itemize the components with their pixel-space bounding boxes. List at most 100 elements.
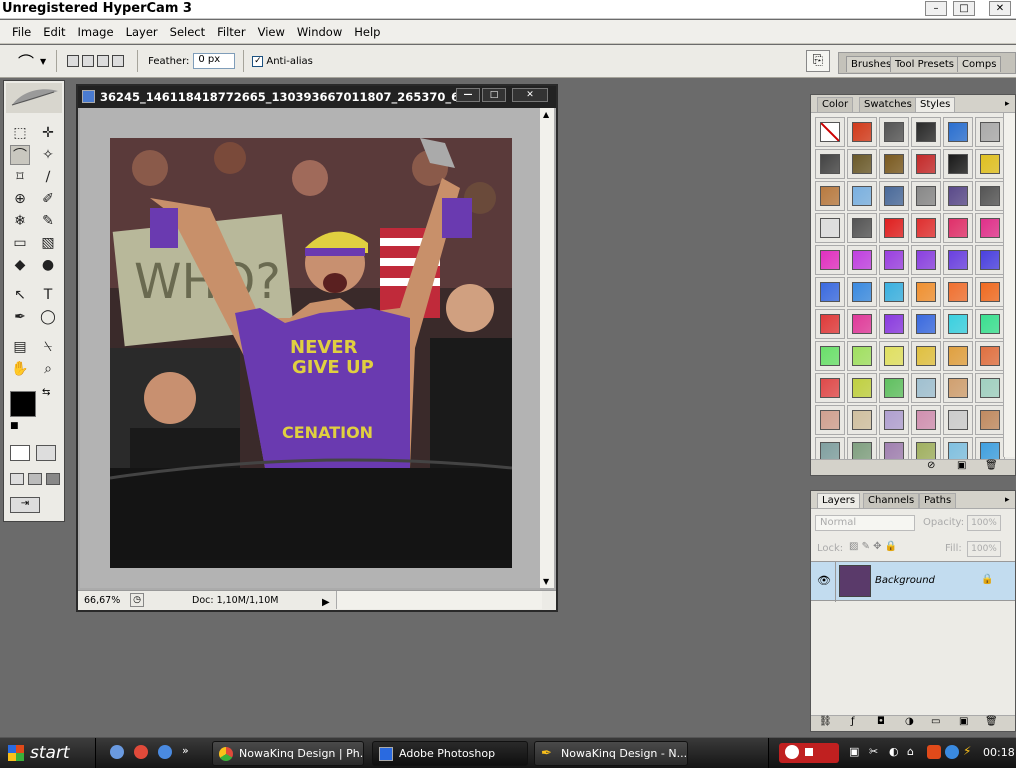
- tray-icon-5[interactable]: [945, 745, 959, 759]
- start-button[interactable]: start: [0, 738, 96, 768]
- clock[interactable]: 00:18: [983, 746, 1015, 759]
- style-swatch[interactable]: [815, 277, 845, 307]
- style-swatch[interactable]: [911, 341, 941, 371]
- menu-select[interactable]: Select: [164, 25, 211, 39]
- style-swatch[interactable]: [975, 117, 1005, 147]
- eyedropper-icon[interactable]: ⍀: [38, 337, 58, 357]
- tray-icon-1[interactable]: ▣: [849, 745, 859, 758]
- lock-icons[interactable]: ▨ ✎ ✥ 🔒: [849, 541, 897, 552]
- task-photoshop[interactable]: Adobe Photoshop: [372, 741, 528, 766]
- adjustment-layer-icon[interactable]: ◑: [905, 716, 914, 727]
- style-swatch[interactable]: [943, 309, 973, 339]
- screen-mode-standard-icon[interactable]: [10, 473, 24, 485]
- delete-layer-icon[interactable]: 🗑: [985, 716, 998, 727]
- style-swatch[interactable]: [879, 149, 909, 179]
- style-swatch[interactable]: [943, 245, 973, 275]
- style-swatch[interactable]: [911, 309, 941, 339]
- panel-menu-icon[interactable]: ▸: [1001, 97, 1014, 112]
- hand-icon[interactable]: ✋: [10, 359, 30, 379]
- style-swatch[interactable]: [943, 277, 973, 307]
- notes-icon[interactable]: ▤: [10, 337, 30, 357]
- style-swatch[interactable]: [815, 405, 845, 435]
- palette-well-icon[interactable]: ⎘: [806, 50, 830, 72]
- tab-brushes[interactable]: Brushes: [846, 56, 897, 72]
- doc-minimize-button[interactable]: —: [456, 88, 480, 102]
- magic-wand-icon[interactable]: ✧: [38, 145, 58, 165]
- tray-icon-4[interactable]: [927, 745, 941, 759]
- intersect-selection-icon[interactable]: [112, 55, 125, 67]
- tab-swatches[interactable]: Swatches: [859, 97, 917, 112]
- style-swatch[interactable]: [975, 341, 1005, 371]
- type-icon[interactable]: T: [38, 285, 58, 305]
- style-swatch[interactable]: [943, 181, 973, 211]
- stop-icon[interactable]: [805, 748, 813, 756]
- style-swatch[interactable]: [815, 117, 845, 147]
- fill-field[interactable]: 100%: [967, 541, 1001, 557]
- style-swatch[interactable]: [847, 277, 877, 307]
- document-canvas[interactable]: WHO? NEVER GIVE UP CENATION: [80, 108, 540, 588]
- add-selection-icon[interactable]: [82, 55, 95, 67]
- crop-icon[interactable]: ⌑: [10, 167, 30, 187]
- clear-style-icon[interactable]: ⊘: [927, 460, 935, 471]
- style-swatch[interactable]: [911, 181, 941, 211]
- style-swatch[interactable]: [815, 213, 845, 243]
- style-swatch[interactable]: [943, 405, 973, 435]
- style-swatch[interactable]: [847, 341, 877, 371]
- polygonal-lasso-icon[interactable]: ⌒: [10, 145, 30, 165]
- style-swatch[interactable]: [879, 373, 909, 403]
- new-selection-icon[interactable]: [67, 55, 80, 67]
- tab-styles[interactable]: Styles: [915, 97, 956, 112]
- tool-preset-dropdown-icon[interactable]: ▼: [40, 57, 46, 66]
- style-swatch[interactable]: [911, 117, 941, 147]
- style-swatch[interactable]: [879, 309, 909, 339]
- tab-tool-presets[interactable]: Tool Presets: [890, 56, 959, 72]
- style-swatch[interactable]: [911, 277, 941, 307]
- menu-filter[interactable]: Filter: [211, 25, 251, 39]
- task-notes[interactable]: ✒ NowaKinq Design - N...: [534, 741, 688, 766]
- menu-edit[interactable]: Edit: [37, 25, 71, 39]
- dodge-icon[interactable]: ●: [38, 255, 58, 275]
- style-swatch[interactable]: [815, 181, 845, 211]
- style-swatch[interactable]: [815, 149, 845, 179]
- network-icon[interactable]: ⌂: [907, 745, 914, 758]
- screen-mode-full-icon[interactable]: [46, 473, 60, 485]
- style-swatch[interactable]: [975, 245, 1005, 275]
- style-swatch[interactable]: [879, 213, 909, 243]
- default-colors-icon[interactable]: ■: [10, 421, 19, 431]
- subtract-selection-icon[interactable]: [97, 55, 110, 67]
- status-menu-icon[interactable]: ◷: [130, 593, 144, 607]
- horizontal-scrollbar[interactable]: [336, 591, 542, 609]
- new-layer-icon[interactable]: ▣: [959, 716, 968, 727]
- healing-brush-icon[interactable]: ⊕: [10, 189, 30, 209]
- swap-colors-icon[interactable]: ⇆: [42, 387, 50, 398]
- feather-input[interactable]: 0 px: [193, 53, 236, 69]
- quicklaunch-1-icon[interactable]: [110, 745, 124, 759]
- task-chrome[interactable]: NowaKinq Design | Ph...: [212, 741, 364, 766]
- menu-image[interactable]: Image: [72, 25, 120, 39]
- blend-mode-select[interactable]: Normal: [815, 515, 915, 531]
- tool-preset-lasso-icon[interactable]: ⌒: [18, 49, 34, 73]
- style-swatch[interactable]: [847, 373, 877, 403]
- quicklaunch-chrome-icon[interactable]: [134, 745, 148, 759]
- tray-icon-6[interactable]: ⚡: [963, 744, 971, 758]
- new-group-icon[interactable]: ▭: [931, 716, 940, 727]
- menu-layer[interactable]: Layer: [120, 25, 164, 39]
- status-arrow-icon[interactable]: ▶: [322, 593, 330, 612]
- link-layers-icon[interactable]: ⛓: [819, 716, 832, 727]
- slice-icon[interactable]: ∕: [38, 167, 58, 187]
- layers-menu-icon[interactable]: ▸: [1001, 493, 1014, 508]
- brush-icon[interactable]: ✐: [38, 189, 58, 209]
- style-swatch[interactable]: [975, 277, 1005, 307]
- gradient-icon[interactable]: ▧: [38, 233, 58, 253]
- style-swatch[interactable]: [879, 341, 909, 371]
- style-swatch[interactable]: [879, 245, 909, 275]
- style-swatch[interactable]: [815, 341, 845, 371]
- style-swatch[interactable]: [847, 213, 877, 243]
- style-swatch[interactable]: [975, 405, 1005, 435]
- scroll-down-icon[interactable]: ▼: [543, 577, 549, 586]
- tray-icon-3[interactable]: ◐: [889, 745, 899, 758]
- styles-scrollbar[interactable]: [1003, 113, 1015, 457]
- style-swatch[interactable]: [975, 213, 1005, 243]
- style-swatch[interactable]: [943, 373, 973, 403]
- quick-mask-icon[interactable]: [36, 445, 56, 461]
